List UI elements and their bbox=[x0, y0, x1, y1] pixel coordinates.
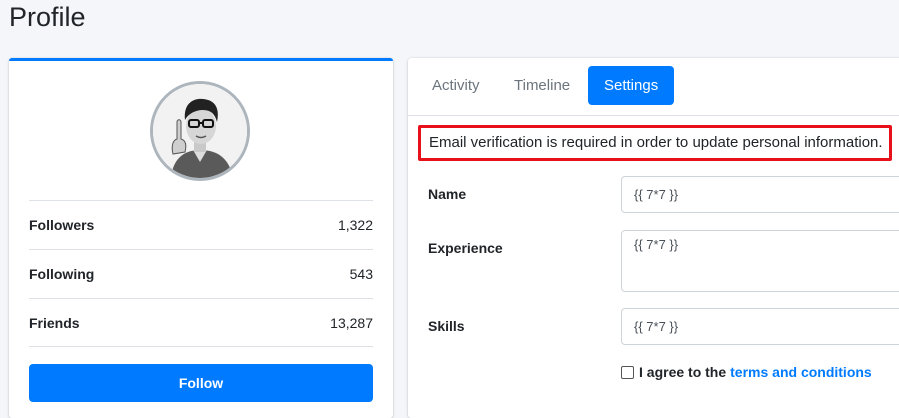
stat-value: 543 bbox=[349, 266, 373, 282]
stat-row-followers: Followers 1,322 bbox=[29, 200, 373, 249]
experience-label: Experience bbox=[428, 240, 503, 256]
tab-timeline[interactable]: Timeline bbox=[498, 66, 586, 105]
stats-list: Followers 1,322 Following 543 Friends 13… bbox=[29, 200, 373, 347]
stat-label: Following bbox=[29, 266, 95, 282]
stat-value: 1,322 bbox=[337, 217, 373, 233]
settings-card: Activity Timeline Settings Email verific… bbox=[408, 58, 899, 418]
tabs-header: Activity Timeline Settings bbox=[408, 58, 899, 116]
avatar-image bbox=[153, 84, 247, 178]
avatar bbox=[150, 81, 250, 181]
tab-activity[interactable]: Activity bbox=[416, 66, 496, 105]
tab-settings[interactable]: Settings bbox=[588, 66, 675, 105]
email-verification-alert: Email verification is required in order … bbox=[418, 125, 892, 161]
terms-link[interactable]: terms and conditions bbox=[730, 364, 872, 380]
skills-input[interactable] bbox=[621, 308, 899, 345]
profile-card: Followers 1,322 Following 543 Friends 13… bbox=[9, 58, 393, 418]
name-input[interactable] bbox=[621, 176, 899, 213]
stat-row-following: Following 543 bbox=[29, 249, 373, 298]
stat-value: 13,287 bbox=[330, 314, 373, 331]
skills-label: Skills bbox=[428, 318, 465, 334]
agree-text: I agree to the bbox=[639, 364, 727, 380]
name-label: Name bbox=[428, 186, 467, 202]
agree-checkbox[interactable] bbox=[621, 365, 634, 379]
stat-label: Friends bbox=[29, 314, 80, 331]
follow-button[interactable]: Follow bbox=[29, 364, 373, 402]
experience-textarea[interactable]: {{ 7*7 }} bbox=[621, 230, 899, 292]
stat-label: Followers bbox=[29, 217, 95, 233]
page-title: Profile bbox=[9, 2, 86, 32]
stat-row-friends: Friends 13,287 bbox=[29, 298, 373, 347]
agree-row: I agree to the terms and conditions bbox=[621, 364, 872, 380]
